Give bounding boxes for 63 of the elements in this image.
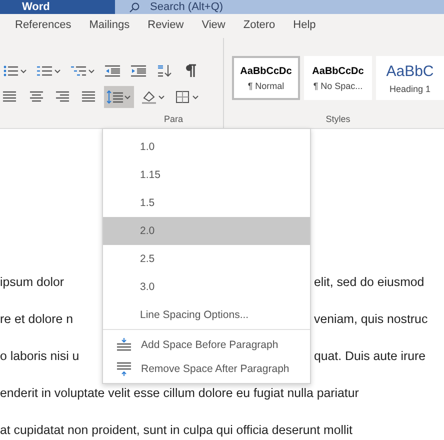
borders-icon: [175, 90, 191, 104]
ribbon-tab[interactable]: References: [8, 16, 78, 36]
decrease-indent-icon: [105, 64, 121, 78]
align-left-icon: [3, 90, 19, 104]
menu-item[interactable]: 1.15: [103, 161, 310, 189]
style-option[interactable]: AaBbC Heading 1: [376, 56, 444, 100]
style-name: ¶ Normal: [248, 80, 284, 90]
menu-item[interactable]: 2.5: [103, 245, 310, 273]
ribbon-tab[interactable]: View: [194, 16, 232, 36]
style-name: ¶ No Spac...: [313, 80, 363, 90]
increase-indent-icon: [131, 64, 147, 78]
caret-icon: [20, 68, 27, 74]
multilevel-list-icon: [71, 64, 87, 78]
document-text: at cupidatat non proident, sunt in culpa qui officia deserunt mollit: [0, 422, 352, 438]
style-option[interactable]: AaBbCcDc ¶ No Spac...: [304, 56, 372, 100]
bullet-list-icon: [3, 64, 19, 78]
style-preview: AaBbC: [386, 62, 434, 80]
document-text: elit, sed do eiusmod: [314, 274, 424, 290]
align-center-icon: [29, 90, 45, 104]
numbered-list-icon: [37, 64, 53, 78]
align-right-icon: [55, 90, 71, 104]
toolbar-button[interactable]: [104, 86, 134, 108]
add-space-icon: [117, 338, 131, 352]
menu-item[interactable]: 2.0: [103, 217, 310, 245]
search-icon: [129, 2, 140, 12]
style-preview: AaBbCcDc: [312, 66, 364, 76]
document-text: enderit in voluptate velit esse cillum dolore eu fugiat nulla pariatur: [0, 385, 359, 401]
caret-icon: [124, 94, 131, 100]
document-text: veniam, quis nostruc: [314, 311, 428, 327]
group-label: Styles: [326, 114, 350, 124]
menu-item[interactable]: Add Space Before Paragraph: [103, 333, 310, 357]
ribbon-tab[interactable]: Mailings: [82, 16, 137, 36]
paint-bucket-icon: [141, 90, 157, 104]
caret-icon: [54, 68, 61, 74]
style-option[interactable]: AaBbCcDc ¶ Normal: [232, 56, 300, 100]
ribbon-tab[interactable]: Review: [140, 16, 191, 36]
menu-item[interactable]: 3.0: [103, 273, 310, 301]
ribbon-tab[interactable]: Help: [286, 16, 323, 36]
search-placeholder: Search (Alt+Q): [150, 0, 224, 14]
menu-item-label: Remove Space After Paragraph: [141, 363, 290, 375]
menu-item-label: Add Space Before Paragraph: [141, 339, 278, 351]
line-spacing-icon: [107, 90, 123, 104]
sort-icon: [157, 64, 173, 78]
menu-item[interactable]: 1.0: [103, 133, 310, 161]
caret-icon: [158, 94, 165, 100]
menu-item[interactable]: 1.5: [103, 189, 310, 217]
document-text: quat. Duis aute irure: [314, 348, 426, 364]
justify-icon: [81, 90, 97, 104]
group-label: Para: [164, 114, 183, 124]
ribbon-tab[interactable]: Zotero: [236, 16, 282, 36]
remove-space-icon: [117, 362, 131, 376]
pilcrow-icon: [183, 64, 199, 78]
style-preview: AaBbCcDc: [240, 66, 292, 76]
search-field[interactable]: Search (Alt+Q): [115, 0, 444, 14]
document-text: ipsum dolor: [0, 274, 64, 290]
document-text: o laboris nisi u: [0, 348, 80, 364]
caret-icon: [192, 94, 199, 100]
app-name: Word: [22, 0, 51, 14]
caret-icon: [88, 68, 95, 74]
menu-item[interactable]: Line Spacing Options...: [103, 301, 310, 329]
document-text: re et dolore n: [0, 311, 74, 327]
style-name: Heading 1: [389, 84, 431, 94]
menu-item[interactable]: Remove Space After Paragraph: [103, 357, 310, 381]
